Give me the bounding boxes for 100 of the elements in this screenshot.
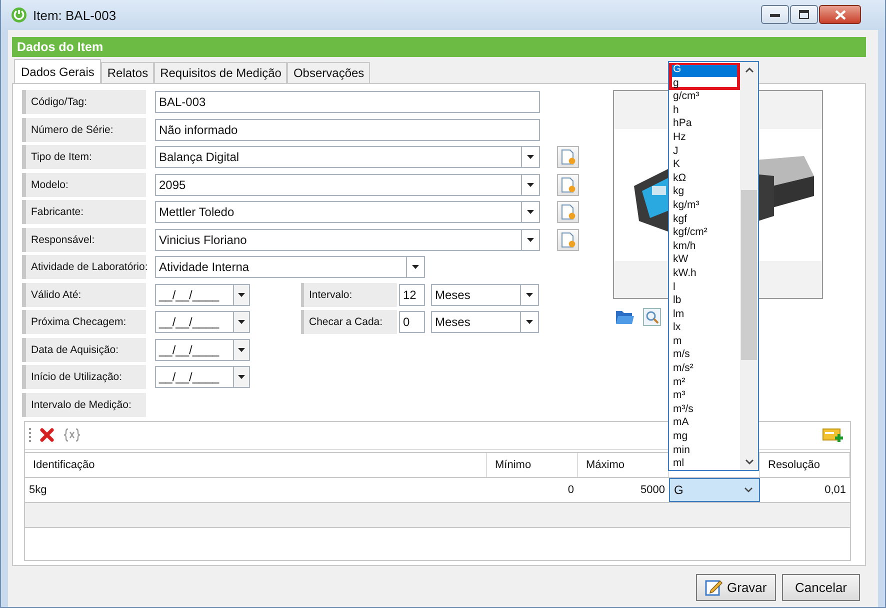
table-cell-text: 5000 xyxy=(640,482,666,498)
dropdown-option[interactable]: ml xyxy=(669,457,740,471)
minimize-button[interactable] xyxy=(761,5,789,24)
dropdown-option[interactable]: mA xyxy=(669,416,740,430)
add-button[interactable] xyxy=(557,146,579,168)
document-icon xyxy=(560,232,576,248)
dropdown-option[interactable]: m xyxy=(669,334,740,348)
dropdown-option[interactable]: min xyxy=(669,444,740,458)
column-header[interactable]: Mínimo xyxy=(487,452,578,476)
tab[interactable]: Relatos xyxy=(101,62,154,83)
date-field[interactable]: __/__/____ xyxy=(155,284,250,306)
dropdown-option[interactable]: kΩ xyxy=(669,172,740,186)
dropdown-field[interactable]: Mettler Toledo xyxy=(155,201,540,223)
scrollbar[interactable] xyxy=(740,62,758,470)
date-field[interactable]: __/__/____ xyxy=(155,366,250,388)
open-folder-button[interactable] xyxy=(615,309,635,325)
dropdown-option[interactable]: J xyxy=(669,144,740,158)
caret-icon xyxy=(527,182,534,186)
dropdown-option[interactable]: h xyxy=(669,104,740,118)
dropdown-option[interactable]: l xyxy=(669,280,740,294)
dropdown-option[interactable]: m³/s xyxy=(669,402,740,416)
document-icon xyxy=(560,204,576,220)
field-label: Responsável: xyxy=(22,228,146,252)
tab[interactable]: Observações xyxy=(287,62,370,83)
field-label: Intervalo de Medição: xyxy=(22,392,146,416)
caret-icon xyxy=(527,155,534,159)
dropdown-option[interactable]: Hz xyxy=(669,130,740,145)
zoom-button[interactable] xyxy=(643,308,661,326)
dropdown-field[interactable]: 2095 xyxy=(155,174,540,196)
field-label: Início de Utilização: xyxy=(22,365,146,389)
caret-icon xyxy=(238,375,245,379)
dropdown-option[interactable]: kgf/cm² xyxy=(669,226,740,240)
dropdown-option[interactable]: m/s xyxy=(669,348,740,362)
tab[interactable]: Requisitos de Medição xyxy=(154,62,288,83)
dropdown-option[interactable]: kW xyxy=(669,253,740,267)
text-field[interactable]: BAL-003 xyxy=(155,91,540,113)
dropdown-field[interactable]: Atividade Interna xyxy=(155,256,425,278)
document-icon xyxy=(560,176,576,192)
caret-icon xyxy=(412,265,419,269)
dropdown-option[interactable]: g xyxy=(669,76,740,90)
add-button[interactable] xyxy=(557,201,579,223)
caret-icon xyxy=(526,292,533,296)
unit-dropdown[interactable]: G xyxy=(669,478,760,502)
field-label: Atividade de Laboratório: xyxy=(22,255,146,279)
field-label: Próxima Checagem: xyxy=(22,310,146,334)
dropdown-field[interactable]: Vinicius Floriano xyxy=(155,228,540,250)
scroll-down-icon[interactable] xyxy=(744,459,754,465)
date-field[interactable]: __/__/____ xyxy=(155,311,250,333)
dropdown-field[interactable]: Balança Digital xyxy=(155,146,540,168)
pencil-icon xyxy=(705,578,723,596)
close-icon[interactable] xyxy=(834,10,846,20)
add-row-icon[interactable] xyxy=(822,427,844,443)
dropdown-option[interactable]: m² xyxy=(669,376,740,390)
dropdown-option[interactable]: m³ xyxy=(669,389,740,403)
close-button[interactable] xyxy=(819,5,861,24)
magnifier-icon xyxy=(643,308,661,326)
scroll-up-icon[interactable] xyxy=(744,67,754,73)
number-field[interactable]: 0 xyxy=(399,311,425,333)
dropdown-option[interactable]: kg/m³ xyxy=(669,198,740,213)
dropdown-option[interactable]: m/s² xyxy=(669,362,740,376)
field-label: Modelo: xyxy=(22,172,146,196)
dropdown-option[interactable]: kgf xyxy=(669,212,740,226)
dropdown-field[interactable]: Meses xyxy=(431,311,539,333)
chevron-icon xyxy=(744,486,753,492)
formula-icon[interactable] xyxy=(63,428,81,442)
cancel-button[interactable]: Cancelar xyxy=(782,574,860,600)
text-field[interactable]: Não informado xyxy=(155,118,540,140)
dropdown-option[interactable]: g/cm³ xyxy=(669,90,740,104)
dropdown-option[interactable]: K xyxy=(669,158,740,172)
dropdown-option[interactable]: lb xyxy=(669,294,740,308)
dropdown-option[interactable]: lm xyxy=(669,308,740,322)
field-label: Checar a Cada: xyxy=(301,310,397,334)
caret-icon xyxy=(526,320,533,324)
dropdown-option[interactable]: lx xyxy=(669,321,740,335)
add-button[interactable] xyxy=(557,228,579,250)
delete-icon[interactable] xyxy=(39,427,55,443)
dropdown-option[interactable]: kW.h xyxy=(669,266,740,280)
field-label: Intervalo: xyxy=(301,282,397,306)
dropdown-field[interactable]: Meses xyxy=(431,284,539,306)
add-button[interactable] xyxy=(557,174,579,196)
dropdown-option[interactable]: km/h xyxy=(669,240,740,254)
field-label: Fabricante: xyxy=(22,200,146,224)
dropdown-option[interactable]: G xyxy=(669,63,740,77)
maximize-icon[interactable] xyxy=(799,10,809,19)
dropdown-option[interactable]: hPa xyxy=(669,117,740,131)
folder-icon xyxy=(615,309,635,325)
document-icon xyxy=(560,149,576,165)
number-field[interactable]: 12 xyxy=(399,284,425,306)
dropdown-option[interactable]: mg xyxy=(669,430,740,444)
dropdown-option[interactable]: kg xyxy=(669,185,740,199)
table-cell-text: 0 xyxy=(566,482,575,498)
caret-icon xyxy=(238,348,245,352)
tab[interactable]: Dados Gerais xyxy=(14,59,102,83)
maximize-button[interactable] xyxy=(790,5,818,24)
date-field[interactable]: __/__/____ xyxy=(155,338,250,360)
column-header[interactable]: Resolução xyxy=(760,452,850,476)
save-button[interactable]: Gravar xyxy=(696,574,776,600)
app-icon xyxy=(11,7,27,23)
column-header[interactable]: Identificação xyxy=(25,452,487,476)
minimize-icon[interactable] xyxy=(770,12,780,16)
